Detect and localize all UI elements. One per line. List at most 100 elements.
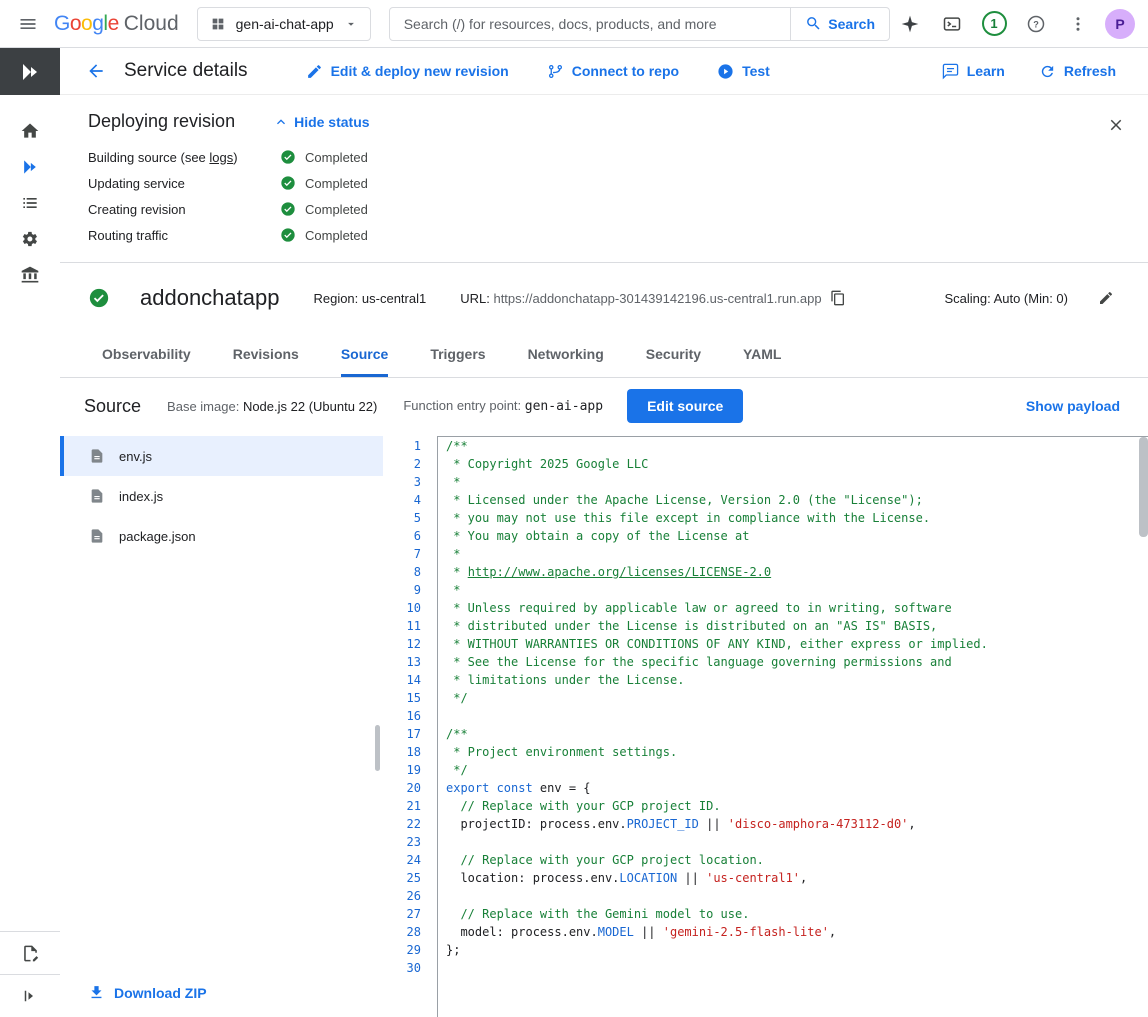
deploy-step-label: Creating revision — [88, 202, 280, 217]
code-line: * limitations under the License. — [446, 671, 1148, 689]
code-scrollbar[interactable] — [1139, 437, 1148, 1017]
check-circle-icon — [280, 175, 296, 191]
sidebar-item-home[interactable] — [6, 113, 54, 149]
main-content: Service details Edit & deploy new revisi… — [60, 48, 1148, 1017]
svg-text:?: ? — [1033, 19, 1039, 29]
deploy-step-status: Completed — [280, 175, 368, 191]
learn-label: Learn — [967, 63, 1005, 79]
code-line: * http://www.apache.org/licenses/LICENSE… — [446, 563, 1148, 581]
tab-revisions[interactable]: Revisions — [233, 331, 299, 377]
file-name: env.js — [119, 449, 152, 464]
terminal-icon — [942, 14, 962, 34]
google-cloud-logo[interactable]: Google Cloud — [54, 12, 179, 36]
copy-icon — [830, 290, 846, 306]
sidebar-item-domains[interactable] — [6, 257, 54, 293]
download-zip-label: Download ZIP — [114, 985, 207, 1001]
project-name: gen-ai-chat-app — [236, 16, 334, 32]
building-icon — [20, 265, 40, 285]
code-line: location: process.env.LOCATION || 'us-ce… — [446, 869, 1148, 887]
tab-security[interactable]: Security — [646, 331, 701, 377]
help-icon: ? — [1026, 14, 1046, 34]
project-selector[interactable]: gen-ai-chat-app — [197, 7, 371, 41]
search-button[interactable]: Search — [790, 8, 889, 40]
tab-triggers[interactable]: Triggers — [430, 331, 485, 377]
code-line: */ — [446, 689, 1148, 707]
cloud-run-icon — [18, 60, 42, 84]
source-body: env.jsindex.jspackage.json Download ZIP … — [60, 433, 1148, 1017]
release-notes-button[interactable] — [6, 932, 54, 974]
base-image-label: Base image: — [167, 399, 239, 414]
edit-source-button[interactable]: Edit source — [627, 389, 743, 423]
sidebar-item-services[interactable] — [6, 149, 54, 185]
code-line: * You may obtain a copy of the License a… — [446, 527, 1148, 545]
edit-scaling-button[interactable] — [1090, 282, 1122, 314]
logs-link[interactable]: logs — [209, 150, 233, 165]
main-menu-button[interactable] — [8, 4, 48, 44]
sidebar-item-integrations[interactable] — [6, 221, 54, 257]
help-button[interactable]: ? — [1016, 4, 1056, 44]
header-actions: 1 ? P — [890, 4, 1140, 44]
deploy-step: Routing trafficCompleted — [88, 222, 1128, 248]
tab-networking[interactable]: Networking — [528, 331, 604, 377]
test-button[interactable]: Test — [705, 55, 782, 88]
file-item-index.js[interactable]: index.js — [60, 476, 383, 516]
edit-deploy-label: Edit & deploy new revision — [331, 63, 509, 79]
home-icon — [20, 121, 40, 141]
cloud-shell-button[interactable] — [932, 4, 972, 44]
deploy-step-status: Completed — [280, 201, 368, 217]
repo-branch-icon — [547, 63, 564, 80]
file-icon — [89, 488, 105, 504]
service-url: URL: https://addonchatapp-301439142196.u… — [460, 291, 821, 306]
toolbar-right-actions: Learn Refresh — [930, 55, 1128, 88]
edit-deploy-revision-button[interactable]: Edit & deploy new revision — [294, 55, 521, 88]
tab-yaml[interactable]: YAML — [743, 331, 781, 377]
show-payload-link[interactable]: Show payload — [1026, 398, 1120, 414]
file-item-env.js[interactable]: env.js — [60, 436, 383, 476]
learn-button[interactable]: Learn — [930, 55, 1017, 88]
tab-observability[interactable]: Observability — [102, 331, 191, 377]
hide-status-toggle[interactable]: Hide status — [273, 114, 369, 130]
back-button[interactable] — [76, 51, 116, 91]
code-line: * See the License for the specific langu… — [446, 653, 1148, 671]
close-panel-button[interactable] — [1098, 107, 1134, 143]
connect-to-repo-button[interactable]: Connect to repo — [535, 55, 691, 88]
code-line: /** — [446, 437, 1148, 455]
tab-source[interactable]: Source — [341, 331, 388, 377]
expand-panel-button[interactable] — [6, 975, 54, 1017]
logo-word-google: Google — [54, 12, 119, 36]
panel-expand-icon — [21, 987, 39, 1005]
code-line: // Replace with the Gemini model to use. — [446, 905, 1148, 923]
edit-pencil-icon — [1098, 290, 1114, 306]
refresh-button[interactable]: Refresh — [1027, 55, 1128, 88]
code-lines[interactable]: /** * Copyright 2025 Google LLC * * Lice… — [437, 436, 1148, 1017]
search-button-label: Search — [828, 16, 875, 32]
deploy-steps: Building source (see logs)CompletedUpdat… — [88, 144, 1128, 248]
account-button[interactable]: P — [1100, 4, 1140, 44]
download-zip-link[interactable]: Download ZIP — [88, 984, 355, 1001]
search-input[interactable] — [390, 8, 791, 40]
base-image-info: Base image: Node.js 22 (Ubuntu 22) — [167, 399, 377, 414]
code-scrollbar-thumb[interactable] — [1139, 437, 1148, 537]
sidebar-item-jobs-list[interactable] — [6, 185, 54, 221]
base-image-value: Node.js 22 (Ubuntu 22) — [243, 399, 377, 414]
source-header: Source Base image: Node.js 22 (Ubuntu 22… — [60, 378, 1148, 433]
region-value: us-central1 — [362, 291, 426, 306]
code-line — [446, 833, 1148, 851]
refresh-icon — [1039, 63, 1056, 80]
deploy-step-label: Updating service — [88, 176, 280, 191]
code-line: model: process.env.MODEL || 'gemini-2.5-… — [446, 923, 1148, 941]
left-navigation-rail — [0, 48, 60, 1017]
download-area: Download ZIP — [60, 966, 383, 1017]
entry-point-label: Function entry point: — [403, 398, 521, 413]
code-line — [446, 707, 1148, 725]
document-edit-icon — [21, 944, 40, 963]
file-name: package.json — [119, 529, 196, 544]
region-label: Region: — [313, 291, 358, 306]
file-panel-scrollbar[interactable] — [375, 725, 380, 771]
more-options-button[interactable] — [1058, 4, 1098, 44]
notifications-button[interactable]: 1 — [974, 4, 1014, 44]
copy-url-button[interactable] — [822, 282, 854, 314]
gemini-button[interactable] — [890, 4, 930, 44]
file-icon — [89, 448, 105, 464]
file-item-package.json[interactable]: package.json — [60, 516, 383, 556]
